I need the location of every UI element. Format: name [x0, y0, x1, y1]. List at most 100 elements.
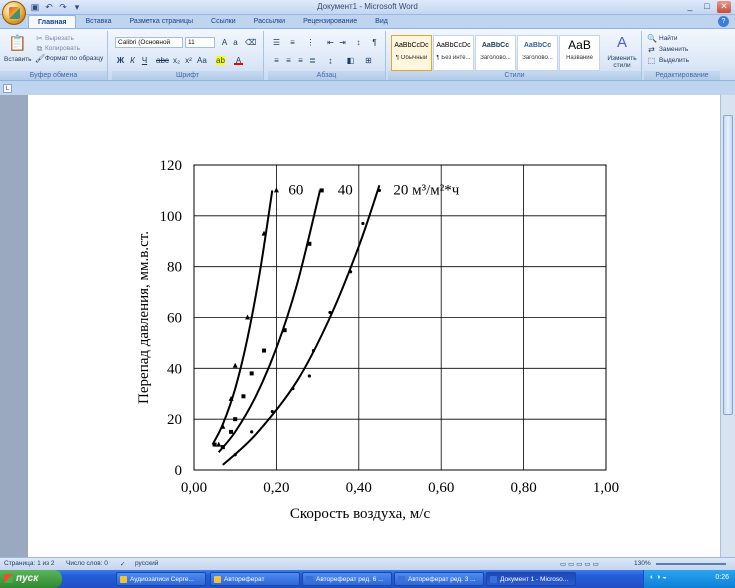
- tray-icons[interactable]: ◐◑◒: [650, 574, 669, 581]
- sort-icon[interactable]: ↕: [354, 38, 363, 47]
- tab-page-layout[interactable]: Разметка страницы: [121, 15, 203, 28]
- word-count[interactable]: Число слов: 0: [66, 560, 108, 567]
- taskbar-item-active[interactable]: Документ 1 - Microso...: [486, 572, 576, 586]
- style-sample: AaBbCcDc: [436, 42, 471, 49]
- start-button[interactable]: пуск: [0, 570, 62, 588]
- style-name: Заголово...: [480, 55, 511, 61]
- taskbar-item[interactable]: Аудиозаписи Серге...: [116, 572, 206, 586]
- style-normal[interactable]: AaBbCcDc ¶ Обычный: [391, 35, 432, 71]
- borders-icon[interactable]: ⊞: [364, 56, 373, 65]
- multilevel-list-icon[interactable]: ⋮: [306, 38, 315, 47]
- change-styles-button[interactable]: Изменить стили: [604, 55, 640, 69]
- font-name-select[interactable]: Calibri (Основной текст): [115, 37, 183, 48]
- grow-font-icon[interactable]: A: [220, 38, 229, 47]
- vertical-scrollbar[interactable]: [720, 95, 735, 557]
- tab-references[interactable]: Ссылки: [202, 15, 245, 28]
- language[interactable]: русский: [135, 560, 158, 567]
- x-tick-label: 0,80: [510, 480, 536, 496]
- decrease-indent-icon[interactable]: ⇤: [326, 38, 335, 47]
- chart-curves: [211, 185, 381, 466]
- taskbar-item[interactable]: Автореферат: [210, 572, 300, 586]
- zoom-slider[interactable]: [656, 563, 726, 565]
- spellcheck-icon[interactable]: ✓: [120, 560, 125, 568]
- app-icon: [120, 576, 127, 583]
- replace-button[interactable]: Заменить: [659, 46, 688, 53]
- system-tray: ◐◑◒ 0:26: [643, 570, 735, 588]
- line-spacing-icon[interactable]: ↨: [326, 56, 335, 65]
- data-point-dot: [233, 453, 237, 457]
- view-buttons[interactable]: ▭▭▭▭▭: [560, 560, 601, 568]
- highlight-icon[interactable]: ab: [216, 56, 225, 65]
- tab-mailings[interactable]: Рассылки: [245, 15, 294, 28]
- chart-points: [212, 187, 381, 457]
- find-icon: 🔍: [647, 34, 657, 43]
- office-button[interactable]: [2, 1, 26, 25]
- x-axis-title: Скорость воздуха, м/с: [290, 506, 431, 522]
- data-point-square: [241, 394, 246, 399]
- bold-icon[interactable]: Ж: [116, 56, 125, 65]
- align-right-icon[interactable]: ≡: [296, 56, 305, 65]
- taskbar-item[interactable]: Автореферат ред. 6 ...: [302, 572, 392, 586]
- copy-button[interactable]: Копировать: [45, 45, 80, 52]
- numbering-icon[interactable]: ≡: [288, 38, 297, 47]
- y-tick-label: 20: [167, 412, 182, 428]
- copy-icon: ⧉: [36, 44, 43, 53]
- office-logo-icon: [9, 7, 20, 19]
- cut-button[interactable]: Вырезать: [45, 35, 74, 42]
- help-icon[interactable]: ?: [718, 16, 729, 27]
- strikethrough-icon[interactable]: abc: [156, 56, 169, 65]
- change-case-icon[interactable]: Aa: [197, 56, 207, 65]
- chart-labels: 0,00 0,20 0,40 0,60 0,80 1,00 0 20 40 60 80 100 120 С…: [136, 158, 619, 522]
- style-name: Заголово...: [522, 55, 553, 61]
- justify-icon[interactable]: ≣: [308, 56, 317, 65]
- increase-indent-icon[interactable]: ⇥: [338, 38, 347, 47]
- change-styles-icon[interactable]: A: [614, 35, 630, 51]
- style-no-spacing[interactable]: AaBbCcDc ¶ Без инте...: [433, 35, 474, 71]
- data-point-triangle: [216, 441, 222, 447]
- tab-home[interactable]: Главная: [28, 15, 77, 28]
- shading-icon[interactable]: ◧: [346, 56, 355, 65]
- document-page[interactable]: 0,00 0,20 0,40 0,60 0,80 1,00 0 20 40 60 80 100 120 С…: [28, 95, 720, 557]
- shrink-font-icon[interactable]: a: [231, 38, 240, 47]
- paste-icon[interactable]: 📋: [8, 35, 27, 53]
- italic-icon[interactable]: К: [128, 56, 137, 65]
- page-count[interactable]: Страница: 1 из 2: [4, 560, 55, 567]
- task-label: Автореферат ред. 6 ...: [316, 576, 384, 583]
- style-heading-1[interactable]: AaBbCc Заголово...: [475, 35, 516, 71]
- style-heading-2[interactable]: AaBbCc Заголово...: [517, 35, 558, 71]
- data-point-dot: [311, 348, 316, 353]
- align-center-icon[interactable]: ≡: [284, 56, 293, 65]
- scroll-thumb[interactable]: [723, 115, 733, 415]
- clear-format-icon[interactable]: ⌫: [245, 38, 256, 47]
- word-icon: [306, 576, 313, 583]
- ruler-toggle-icon[interactable]: L: [3, 84, 12, 93]
- align-left-icon[interactable]: ≡: [272, 56, 281, 65]
- start-label: пуск: [16, 573, 39, 584]
- series-label: 60: [288, 182, 303, 198]
- zoom-level[interactable]: 130%: [634, 560, 651, 567]
- data-point-dot: [377, 188, 381, 193]
- font-size-select[interactable]: 11: [185, 37, 215, 48]
- styles-group: AaBbCcDc ¶ Обычный AaBbCcDc ¶ Без инте..…: [388, 31, 642, 80]
- show-marks-icon[interactable]: ¶: [370, 38, 379, 47]
- style-title[interactable]: AaB Название: [559, 35, 600, 71]
- paste-button[interactable]: Вставить: [4, 56, 32, 63]
- superscript-icon[interactable]: x²: [184, 56, 193, 65]
- tab-review[interactable]: Рецензирование: [294, 15, 366, 28]
- font-color-icon[interactable]: A: [234, 56, 243, 65]
- tab-view[interactable]: Вид: [366, 15, 397, 28]
- taskbar-item[interactable]: Автореферат ред. 3 ...: [394, 572, 484, 586]
- task-label: Аудиозаписи Серге...: [130, 576, 194, 583]
- format-painter-button[interactable]: Формат по образцу: [45, 55, 103, 62]
- close-icon[interactable]: ✕: [717, 1, 731, 13]
- underline-icon[interactable]: Ч: [140, 56, 149, 65]
- find-button[interactable]: Найти: [659, 35, 678, 42]
- style-name: ¶ Обычный: [395, 55, 428, 61]
- tab-insert[interactable]: Вставка: [76, 15, 120, 28]
- select-button[interactable]: Выделить: [659, 57, 689, 64]
- subscript-icon[interactable]: x₂: [172, 56, 181, 65]
- maximize-icon[interactable]: □: [700, 1, 714, 13]
- minimize-icon[interactable]: _: [683, 1, 697, 13]
- bullets-icon[interactable]: ☰: [272, 38, 281, 47]
- paragraph-group: ☰ ≡ ⋮ ⇤ ⇥ ↕ ¶ ≡ ≡ ≡ ≣ ↨ ◧ ⊞ Абзац: [268, 31, 386, 80]
